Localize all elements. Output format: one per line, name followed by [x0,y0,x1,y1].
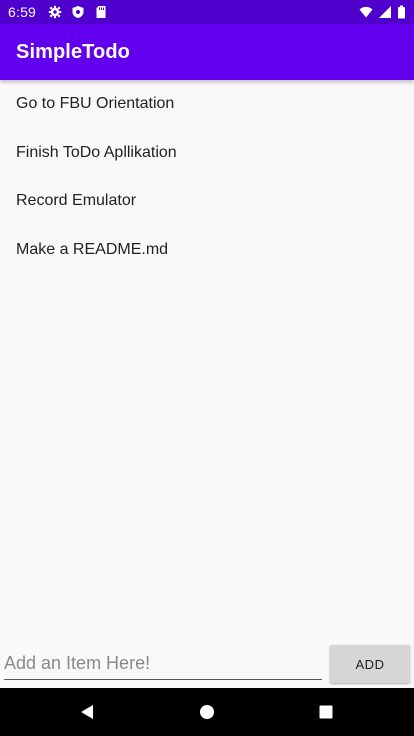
add-button[interactable]: ADD [330,645,410,683]
todo-item[interactable]: Make a README.md [0,226,414,275]
status-system-icons [359,5,406,19]
cell-signal-icon [378,5,392,19]
app-screen: 6:59 SimpleTodo Go to FBU Orientation Fi… [0,0,414,736]
battery-icon [397,5,406,19]
add-item-input[interactable] [4,648,322,680]
home-icon[interactable] [197,702,217,722]
add-item-row: ADD [0,640,414,688]
todo-item[interactable]: Record Emulator [0,177,414,226]
sd-card-icon [94,5,108,19]
todo-list: Go to FBU Orientation Finish ToDo Apllik… [0,80,414,274]
status-time: 6:59 [8,4,37,20]
app-title: SimpleTodo [16,40,130,63]
back-icon[interactable] [77,702,97,722]
todo-item[interactable]: Finish ToDo Apllikation [0,129,414,178]
app-bar: SimpleTodo [0,24,414,80]
shield-icon [71,5,85,19]
status-notification-icons [48,5,108,19]
gear-icon [48,5,62,19]
recents-icon[interactable] [316,702,336,722]
navigation-bar [0,688,414,736]
status-bar: 6:59 [0,0,414,24]
todo-item[interactable]: Go to FBU Orientation [0,80,414,129]
wifi-icon [359,5,373,19]
